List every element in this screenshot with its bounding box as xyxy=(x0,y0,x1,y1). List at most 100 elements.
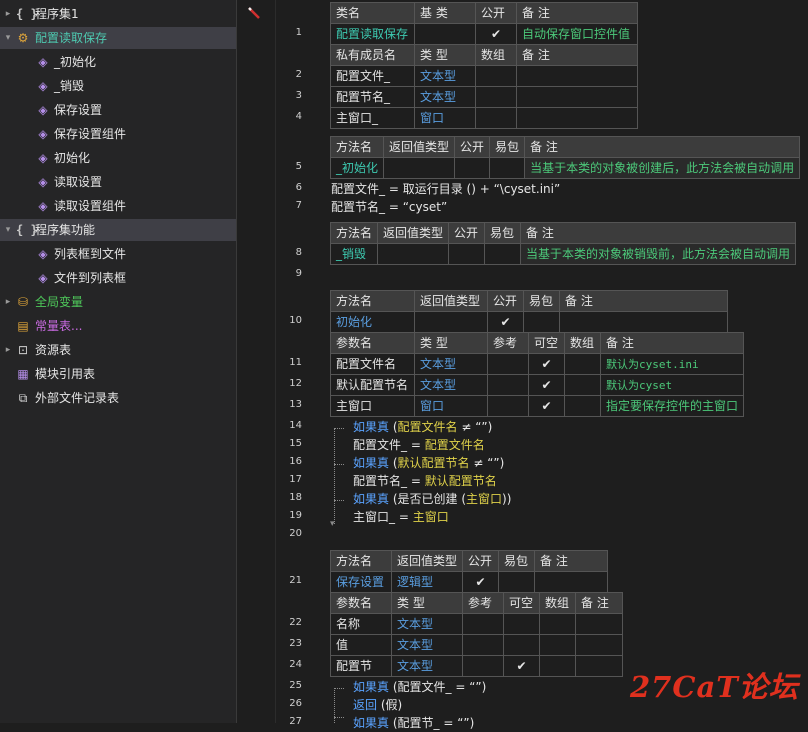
note-cell[interactable] xyxy=(534,571,609,593)
param-name-cell[interactable]: 配置节 xyxy=(330,655,392,677)
param-name-cell[interactable]: 配置文件名 xyxy=(330,353,415,375)
code-line-7[interactable]: 配置节名_ = “cyset” xyxy=(331,198,447,216)
param-array-cell[interactable] xyxy=(539,655,576,677)
base-class-cell[interactable] xyxy=(414,23,476,45)
tree-item-external-files[interactable]: ⧉ 外部文件记录表 xyxy=(0,387,236,409)
param-ref-cell[interactable] xyxy=(462,655,504,677)
tree-item-program-set-1[interactable]: ▸ { } 程序集1 xyxy=(0,3,236,25)
code-line-14[interactable]: 如果真 (配置文件名 ≠ “”) xyxy=(353,418,492,436)
easy-pack-cell[interactable] xyxy=(523,311,560,333)
param-nullable-cell[interactable] xyxy=(503,634,540,656)
tree-item-method[interactable]: ◈ 文件到列表框 xyxy=(0,267,236,289)
code-line-16[interactable]: 如果真 (默认配置节名 ≠ “”) xyxy=(353,454,504,472)
code-line-26[interactable]: 返回 (假) xyxy=(353,696,402,714)
code-line-6[interactable]: 配置文件_ = 取运行目录 () + “\cyset.ini” xyxy=(331,180,560,198)
return-type-cell[interactable] xyxy=(383,157,456,179)
code-line-15[interactable]: 配置文件_ = 配置文件名 xyxy=(353,436,485,454)
param-array-cell[interactable] xyxy=(564,353,601,375)
note-cell[interactable]: 自动保存窗口控件值 xyxy=(516,23,638,45)
param-ref-cell[interactable] xyxy=(462,613,504,635)
param-name-cell[interactable]: 值 xyxy=(330,634,392,656)
chevron-right-icon[interactable]: ▸ xyxy=(3,291,13,313)
param-nullable-cell[interactable]: ✔ xyxy=(528,374,565,396)
member-array-cell[interactable] xyxy=(475,107,517,129)
tree-item-method[interactable]: ◈ 读取设置 xyxy=(0,171,236,193)
tree-item-method[interactable]: ◈ 保存设置组件 xyxy=(0,123,236,145)
param-array-cell[interactable] xyxy=(564,374,601,396)
method-name-cell[interactable]: 保存设置 xyxy=(330,571,392,593)
param-name-cell[interactable]: 默认配置节名 xyxy=(330,374,415,396)
param-name-cell[interactable]: 主窗口 xyxy=(330,395,415,417)
param-note-cell[interactable] xyxy=(575,655,623,677)
easy-pack-cell[interactable] xyxy=(489,157,526,179)
param-nullable-cell[interactable] xyxy=(503,613,540,635)
param-ref-cell[interactable] xyxy=(487,353,529,375)
member-note-cell[interactable] xyxy=(516,86,638,108)
return-type-cell[interactable] xyxy=(414,311,488,333)
tree-item-program-set-functions[interactable]: ▾ { } 程序集功能 xyxy=(0,219,236,241)
param-note-cell[interactable]: 默认为cyset.ini xyxy=(599,353,745,375)
param-array-cell[interactable] xyxy=(539,634,576,656)
code-line-27[interactable]: 如果真 (配置节_ = “”) xyxy=(353,714,474,732)
param-nullable-cell[interactable]: ✔ xyxy=(528,353,565,375)
member-name-cell[interactable]: 主窗口_ xyxy=(330,107,415,129)
tree-item-method[interactable]: ◈ 读取设置组件 xyxy=(0,195,236,217)
member-name-cell[interactable]: 配置节名_ xyxy=(330,86,415,108)
return-type-cell[interactable]: 逻辑型 xyxy=(390,571,464,593)
chevron-right-icon[interactable]: ▸ xyxy=(3,3,13,25)
tree-item-method[interactable]: ◈ _销毁 xyxy=(0,75,236,97)
class-name-cell[interactable]: 配置读取保存 xyxy=(330,23,415,45)
tree-item-config-class[interactable]: ▾ ⚙ 配置读取保存 xyxy=(0,27,236,49)
member-type-cell[interactable]: 文本型 xyxy=(414,65,476,87)
param-ref-cell[interactable] xyxy=(487,395,529,417)
tree-item-method[interactable]: ◈ 保存设置 xyxy=(0,99,236,121)
code-line-18[interactable]: 如果真 (是否已创建 (主窗口)) xyxy=(353,490,511,508)
tree-item-method[interactable]: ◈ _初始化 xyxy=(0,51,236,73)
code-line-25[interactable]: 如果真 (配置文件_ = “”) xyxy=(353,678,486,696)
tree-item-global-vars[interactable]: ▸ ⛁ 全局变量 xyxy=(0,291,236,313)
chevron-down-icon[interactable]: ▾ xyxy=(3,219,13,241)
member-note-cell[interactable] xyxy=(516,107,638,129)
code-line-19[interactable]: 主窗口_ = 主窗口 xyxy=(353,508,449,526)
easy-pack-cell[interactable] xyxy=(484,243,522,265)
member-note-cell[interactable] xyxy=(516,65,638,87)
public-cell[interactable] xyxy=(454,157,491,179)
param-array-cell[interactable] xyxy=(564,395,601,417)
member-type-cell[interactable]: 窗口 xyxy=(414,107,476,129)
param-type-cell[interactable]: 文本型 xyxy=(391,634,463,656)
member-name-cell[interactable]: 配置文件_ xyxy=(330,65,415,87)
member-type-cell[interactable]: 文本型 xyxy=(414,86,476,108)
param-note-cell[interactable] xyxy=(575,613,623,635)
param-note-cell[interactable]: 默认为cyset xyxy=(599,374,745,396)
tree-item-module-refs[interactable]: ▦ 模块引用表 xyxy=(0,363,236,385)
method-name-cell[interactable]: _销毁 xyxy=(329,243,379,265)
member-array-cell[interactable] xyxy=(475,86,517,108)
code-line-17[interactable]: 配置节名_ = 默认配置节名 xyxy=(353,472,497,490)
param-type-cell[interactable]: 文本型 xyxy=(414,374,488,396)
param-note-cell[interactable]: 指定要保存控件的主窗口 xyxy=(599,395,745,417)
tree-item-method[interactable]: ◈ 初始化 xyxy=(0,147,236,169)
chevron-right-icon[interactable]: ▸ xyxy=(3,339,13,361)
param-nullable-cell[interactable]: ✔ xyxy=(528,395,565,417)
public-check-cell[interactable]: ✔ xyxy=(475,23,517,45)
return-type-cell[interactable] xyxy=(377,243,450,265)
code-editor[interactable]: 类名 基 类 公开 备 注 配置读取保存 ✔ 自动保存窗口控件值 私有成员名 类… xyxy=(310,0,808,730)
param-note-cell[interactable] xyxy=(575,634,623,656)
chevron-down-icon[interactable]: ▾ xyxy=(3,27,13,49)
tree-item-method[interactable]: ◈ 列表框到文件 xyxy=(0,243,236,265)
member-array-cell[interactable] xyxy=(475,65,517,87)
note-cell[interactable] xyxy=(559,311,728,333)
easy-pack-cell[interactable] xyxy=(498,571,536,593)
method-name-cell[interactable]: _初始化 xyxy=(329,157,385,179)
param-name-cell[interactable]: 名称 xyxy=(330,613,392,635)
method-name-cell[interactable]: 初始化 xyxy=(330,311,415,333)
param-type-cell[interactable]: 文本型 xyxy=(391,613,463,635)
public-check-cell[interactable]: ✔ xyxy=(462,571,500,593)
param-nullable-cell[interactable]: ✔ xyxy=(503,655,540,677)
param-type-cell[interactable]: 窗口 xyxy=(414,395,488,417)
param-array-cell[interactable] xyxy=(539,613,576,635)
param-ref-cell[interactable] xyxy=(462,634,504,656)
param-type-cell[interactable]: 文本型 xyxy=(414,353,488,375)
tree-item-resources[interactable]: ▸ ⊡ 资源表 xyxy=(0,339,236,361)
param-type-cell[interactable]: 文本型 xyxy=(391,655,463,677)
